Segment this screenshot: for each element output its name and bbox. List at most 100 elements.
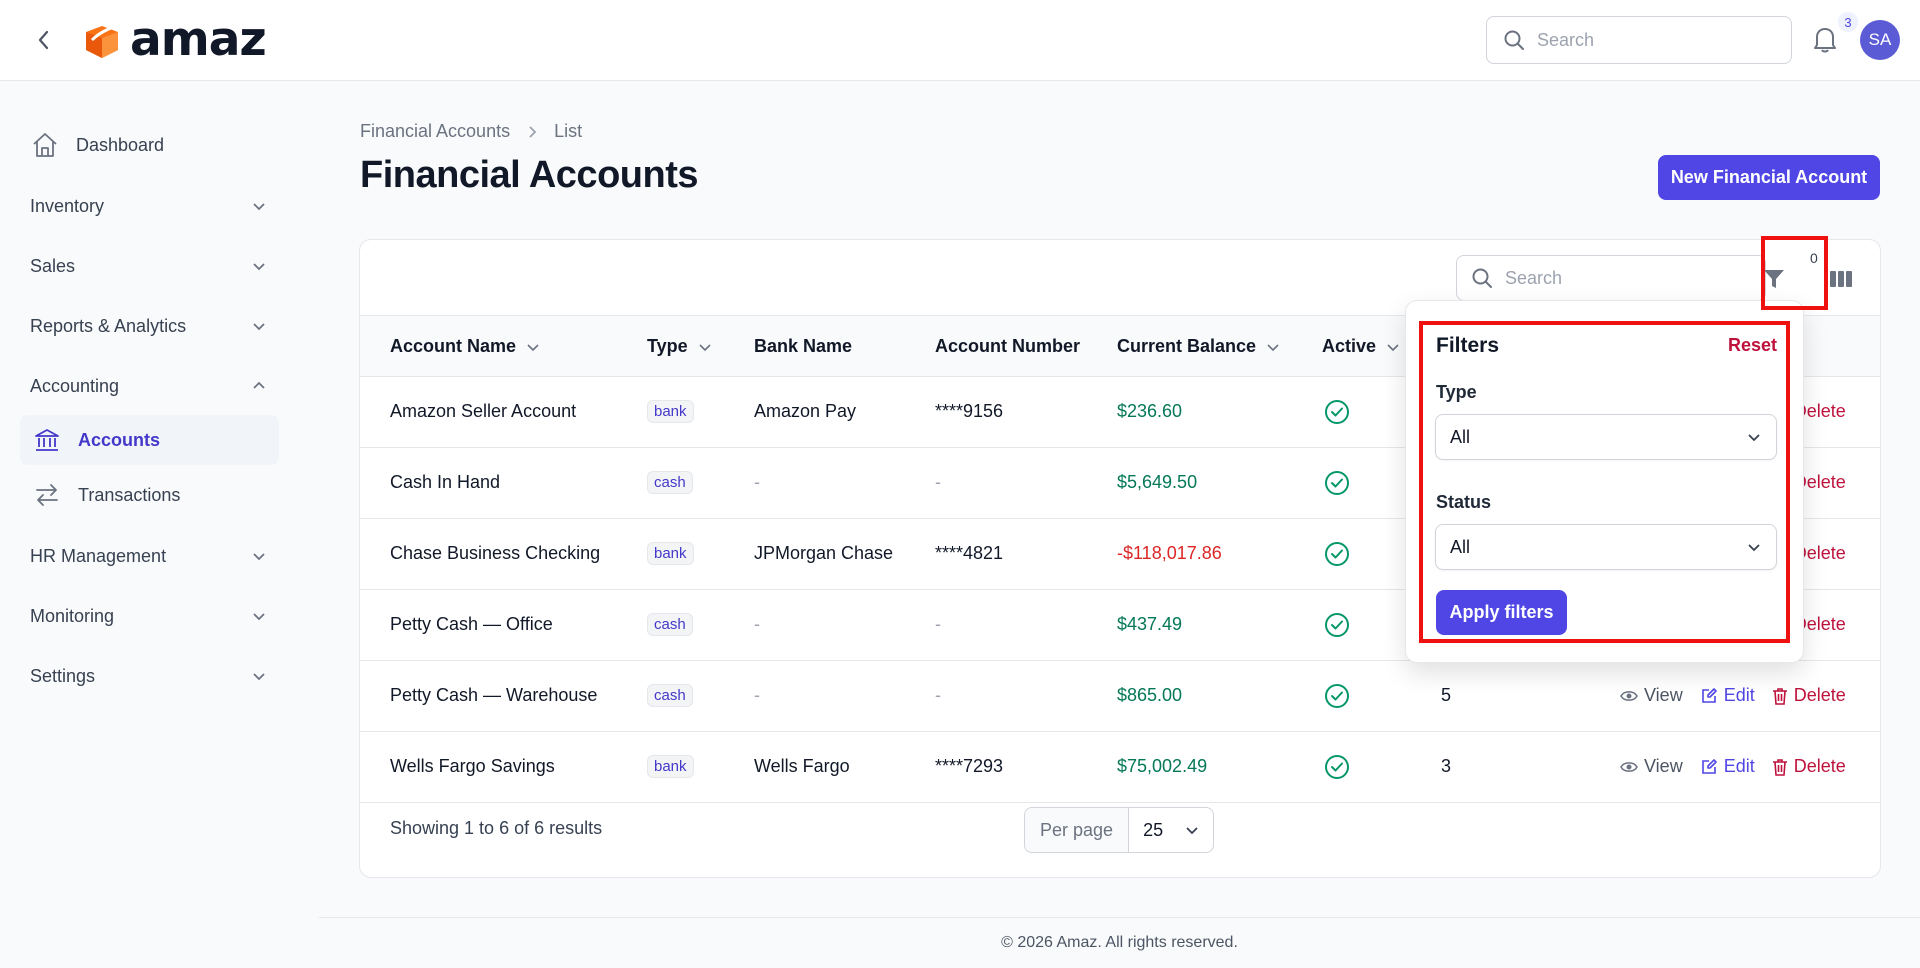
- top-bar: amaz Search 3 SA: [0, 0, 1920, 81]
- breadcrumb-link[interactable]: Financial Accounts: [360, 121, 510, 142]
- account-name: Petty Cash — Office: [390, 614, 553, 634]
- type-badge: bank: [647, 542, 694, 565]
- view-link[interactable]: View: [1620, 685, 1683, 706]
- bank-name: Wells Fargo: [754, 756, 850, 776]
- sidebar-item-inventory[interactable]: Inventory: [20, 181, 279, 231]
- logo-icon: [86, 21, 124, 58]
- sidebar-item-settings[interactable]: Settings: [20, 651, 279, 701]
- column-header-type[interactable]: Type: [647, 336, 712, 357]
- column-label: Current Balance: [1117, 336, 1257, 356]
- user-avatar[interactable]: SA: [1860, 20, 1900, 60]
- search-icon: [1472, 268, 1492, 288]
- sidebar-item-label: Dashboard: [76, 134, 165, 155]
- per-page-number: 25: [1143, 819, 1164, 840]
- sidebar-item-transactions[interactable]: Transactions: [20, 470, 279, 520]
- column-header-active[interactable]: Active: [1322, 336, 1400, 357]
- column-header-account-name[interactable]: Account Name: [390, 336, 540, 357]
- highlight-filters-panel: [1419, 321, 1790, 643]
- global-search-input[interactable]: Search: [1486, 16, 1792, 64]
- breadcrumb-current: List: [554, 121, 583, 141]
- column-header-current-balance[interactable]: Current Balance: [1117, 336, 1280, 357]
- check-circle-icon: [1325, 684, 1349, 708]
- back-button[interactable]: [30, 26, 58, 54]
- edit-label: Edit: [1723, 756, 1755, 776]
- chevron-down-icon: [253, 203, 265, 211]
- page-footer: © 2026 Amaz. All rights reserved.: [319, 917, 1920, 968]
- table-footer: Showing 1 to 6 of 6 results Per page 25: [360, 780, 1880, 877]
- sidebar-item-accounts[interactable]: Accounts: [20, 415, 279, 465]
- eye-icon: [1620, 690, 1638, 701]
- table-search-input[interactable]: Search: [1456, 255, 1766, 301]
- current-balance: $5,649.50: [1117, 472, 1198, 492]
- edit-link[interactable]: Edit: [1700, 756, 1755, 777]
- row-actions: View Edit Delete: [1620, 756, 1846, 777]
- current-balance: $865.00: [1117, 685, 1183, 705]
- copyright-text: © 2026 Amaz. All rights reserved.: [1001, 934, 1238, 951]
- column-toggle-button[interactable]: [1826, 264, 1856, 294]
- edit-label: Edit: [1723, 685, 1755, 705]
- sidebar-item-dashboard[interactable]: Dashboard: [20, 120, 279, 170]
- account-name: Wells Fargo Savings: [390, 756, 555, 776]
- chevron-down-icon: [253, 673, 265, 681]
- sidebar-item-label: Accounts: [78, 429, 161, 450]
- transactions-count: 3: [1441, 756, 1452, 776]
- sidebar-item-label: Transactions: [78, 484, 181, 505]
- sidebar-item-label: Monitoring: [30, 605, 115, 626]
- notification-count-badge: 3: [1838, 12, 1858, 32]
- type-badge: cash: [647, 613, 693, 636]
- check-circle-icon: [1325, 542, 1349, 566]
- column-label: Account Name: [390, 336, 517, 356]
- account-name: Chase Business Checking: [390, 543, 601, 563]
- table-row[interactable]: Petty Cash — Warehouse cash - - $865.00 …: [360, 661, 1880, 732]
- notifications-button[interactable]: [1811, 24, 1839, 54]
- view-label: View: [1644, 756, 1683, 776]
- bell-icon: [1814, 28, 1836, 53]
- column-header-account-number: Account Number: [935, 336, 1080, 357]
- bank-name: -: [754, 614, 760, 634]
- bank-name: Amazon Pay: [754, 401, 857, 421]
- edit-link[interactable]: Edit: [1700, 685, 1755, 706]
- new-financial-account-button[interactable]: New Financial Account: [1658, 155, 1880, 200]
- bank-name: JPMorgan Chase: [754, 543, 894, 563]
- sidebar-item-sales[interactable]: Sales: [20, 241, 279, 291]
- check-circle-icon: [1325, 471, 1349, 495]
- sidebar-item-label: Sales: [30, 255, 76, 276]
- logo[interactable]: amaz: [78, 12, 267, 67]
- column-header-bank-name: Bank Name: [754, 336, 852, 357]
- sort-chevron-icon: [1387, 343, 1399, 351]
- account-name: Cash In Hand: [390, 472, 501, 492]
- chevron-down-icon: [253, 263, 265, 271]
- highlight-filter-button: [1761, 236, 1828, 310]
- per-page-select[interactable]: Per page 25: [1024, 807, 1215, 853]
- chevron-down-icon: [1186, 827, 1198, 835]
- check-circle-icon: [1325, 613, 1349, 637]
- sidebar-item-accounting[interactable]: Accounting: [20, 361, 279, 411]
- chevron-down-icon: [253, 323, 265, 331]
- chevron-down-icon: [253, 553, 265, 561]
- logo-text: amaz: [130, 12, 267, 67]
- delete-label: Delete: [1793, 685, 1846, 705]
- account-number: ****9156: [935, 401, 1004, 421]
- sidebar-item-hr-management[interactable]: HR Management: [20, 531, 279, 581]
- type-badge: cash: [647, 684, 693, 707]
- account-name: Amazon Seller Account: [390, 401, 577, 421]
- delete-link[interactable]: Delete: [1772, 756, 1846, 777]
- trash-icon: [1772, 687, 1787, 705]
- check-circle-icon: [1325, 400, 1349, 424]
- account-number: -: [935, 472, 941, 492]
- bank-name: -: [754, 472, 760, 492]
- delete-link[interactable]: Delete: [1772, 685, 1846, 706]
- type-badge: bank: [647, 400, 694, 423]
- account-name: Petty Cash — Warehouse: [390, 685, 598, 705]
- type-badge: cash: [647, 471, 693, 494]
- sidebar-item-monitoring[interactable]: Monitoring: [20, 591, 279, 641]
- search-icon: [1504, 30, 1524, 50]
- sidebar-item-reports[interactable]: Reports & Analytics: [20, 301, 279, 351]
- view-link[interactable]: View: [1620, 756, 1683, 777]
- sort-chevron-icon: [527, 343, 539, 351]
- account-number: ****4821: [935, 543, 1004, 563]
- view-label: View: [1644, 685, 1683, 705]
- home-icon: [30, 130, 60, 160]
- results-summary: Showing 1 to 6 of 6 results: [390, 818, 603, 838]
- row-actions: View Edit Delete: [1620, 685, 1846, 706]
